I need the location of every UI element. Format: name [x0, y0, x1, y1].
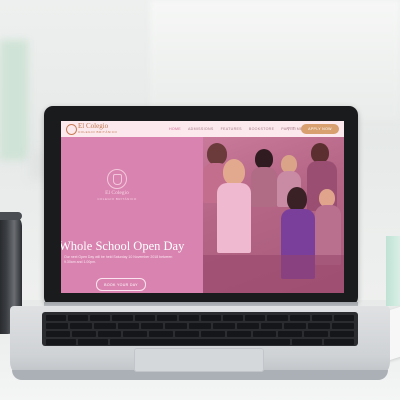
student-body — [251, 167, 277, 207]
student-head — [311, 143, 329, 163]
student-body — [217, 183, 251, 253]
key-row — [46, 331, 354, 337]
background-plant — [0, 40, 28, 160]
key-row — [46, 323, 354, 329]
site-logo[interactable]: El Colegio — [78, 122, 108, 130]
laptop-touchpad — [134, 348, 264, 372]
logo-tagline: COLEGIO BRITÁNICO — [78, 130, 118, 134]
crest-tagline: COLEGIO BRITÁNICO — [97, 197, 137, 201]
laptop-screen: El Colegio COLEGIO BRITÁNICO HOME ADMISS… — [61, 121, 344, 293]
nav-item-home[interactable]: HOME — [169, 127, 181, 131]
nav-item-bookstore[interactable]: BOOKSTORE — [249, 127, 274, 131]
nav-item-admissions[interactable]: ADMISSIONS — [188, 127, 214, 131]
site-header: El Colegio COLEGIO BRITÁNICO HOME ADMISS… — [61, 121, 344, 137]
student-head — [287, 187, 307, 211]
nav-item-features[interactable]: FEATURES — [221, 127, 242, 131]
mug-rim — [0, 212, 22, 220]
key-row — [46, 339, 354, 345]
school-crest-icon — [107, 169, 127, 189]
search-icon[interactable]: ⚲ ☰ — [287, 126, 295, 131]
students-photo — [203, 137, 344, 293]
main-nav: HOME ADMISSIONS FEATURES BOOKSTORE PART … — [169, 127, 305, 131]
student-head — [255, 149, 273, 169]
apply-now-button[interactable]: APPLY NOW — [301, 124, 339, 134]
photo-foreground — [203, 255, 344, 293]
book-your-day-button[interactable]: BOOK YOUR DAY — [96, 278, 146, 291]
crest-name: El Colegio — [105, 190, 129, 196]
hero-description: Our next Open Day will be held Saturday … — [64, 255, 173, 264]
hero-panel: El Colegio COLEGIO BRITÁNICO Whole Schoo… — [61, 137, 203, 293]
logo-icon[interactable] — [66, 124, 77, 135]
laptop-keyboard — [42, 312, 358, 346]
background-window — [150, 0, 400, 120]
key-row — [46, 315, 354, 321]
green-object — [386, 236, 400, 306]
student-head — [223, 159, 245, 185]
student-head — [207, 143, 227, 165]
